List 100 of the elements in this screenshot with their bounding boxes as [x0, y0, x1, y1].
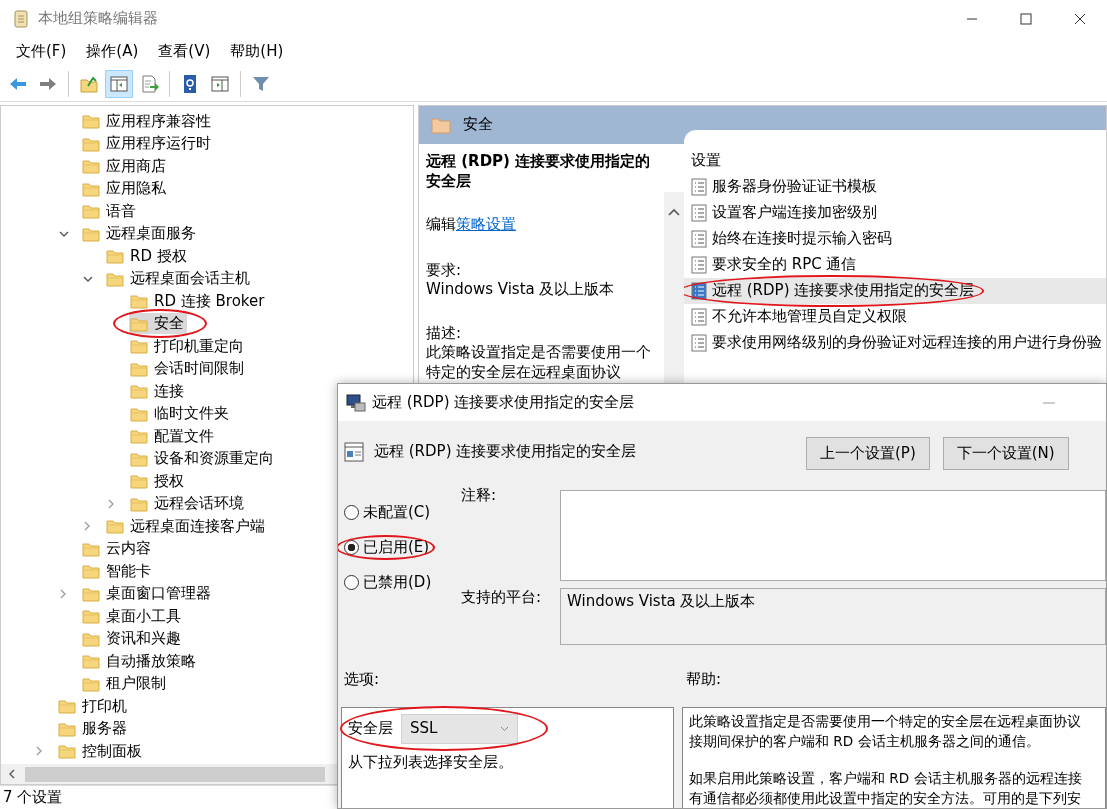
- setting-row[interactable]: 要求使用网络级别的身份验证对远程连接的用户进行身份验: [684, 330, 1106, 356]
- setting-label: 不允许本地管理员自定义权限: [712, 307, 907, 327]
- tree-item[interactable]: 授权: [129, 470, 187, 492]
- help-text: 有通信都必须都使用此设置中指定的安全方法。可用的是下列安: [689, 789, 1081, 808]
- tree-item[interactable]: 云内容: [81, 538, 154, 560]
- tree-item[interactable]: 远程桌面服务: [81, 223, 199, 245]
- options-hint: 从下拉列表选择安全层。: [348, 753, 514, 773]
- tree-item[interactable]: 应用程序运行时: [81, 133, 214, 155]
- close-icon[interactable]: [1074, 13, 1086, 25]
- setting-row[interactable]: 服务器身份验证证书模板: [684, 174, 1106, 200]
- folder-icon: [82, 135, 100, 152]
- help-label: 帮助:: [686, 670, 722, 690]
- chevron-down-icon[interactable]: [83, 274, 93, 283]
- tree-item[interactable]: 应用隐私: [81, 178, 169, 200]
- tree-item[interactable]: 配置文件: [129, 425, 217, 447]
- tree-item[interactable]: 资讯和兴趣: [81, 628, 184, 650]
- tree-item[interactable]: 安全: [129, 313, 187, 335]
- tree-item[interactable]: 智能卡: [81, 560, 154, 582]
- tree-item[interactable]: 桌面小工具: [81, 605, 184, 627]
- tree-item[interactable]: 桌面窗口管理器: [81, 583, 214, 605]
- tree-item[interactable]: 应用商店: [81, 155, 169, 177]
- folder-icon: [58, 698, 76, 715]
- setting-row[interactable]: 要求安全的 RPC 通信: [684, 252, 1106, 278]
- setting-label: 要求安全的 RPC 通信: [712, 255, 857, 275]
- folder-icon: [82, 180, 100, 197]
- setting-list-icon: [691, 230, 707, 248]
- setting-label: 要求使用网络级别的身份验证对远程连接的用户进行身份验: [712, 333, 1102, 353]
- setting-list-icon: [691, 204, 707, 222]
- setting-list-icon: [691, 308, 707, 326]
- folder-icon: [82, 540, 100, 557]
- menu-item[interactable]: 查看(V): [148, 42, 221, 62]
- folder-icon: [82, 113, 100, 130]
- tree-item[interactable]: 设备和资源重定向: [129, 448, 277, 470]
- folder-icon: [82, 563, 100, 580]
- help-text: 此策略设置指定是否需要使用一个特定的安全层在远程桌面协议: [689, 712, 1081, 731]
- settings-window-icon: [344, 441, 364, 463]
- tree-item[interactable]: 打印机重定向: [129, 335, 247, 357]
- setting-list-icon: [691, 178, 707, 196]
- radio-option[interactable]: 已禁用(D): [344, 565, 432, 600]
- dialog-title: 远程 (RDP) 连接要求使用指定的安全层: [372, 392, 635, 413]
- description-label: 描述:: [426, 323, 463, 343]
- menu-item[interactable]: 操作(A): [76, 42, 149, 62]
- menu-item[interactable]: 帮助(H): [220, 42, 294, 62]
- folder-icon: [106, 518, 124, 535]
- toolbar-button[interactable]: [105, 69, 133, 98]
- tree-item[interactable]: 自动播放策略: [81, 650, 199, 672]
- tree-item[interactable]: 临时文件夹: [129, 403, 232, 425]
- folder-icon: [431, 116, 451, 134]
- tree-item[interactable]: 语音: [81, 200, 139, 222]
- tree-item[interactable]: 会话时间限制: [129, 358, 247, 380]
- monitor-icon: [346, 393, 366, 412]
- tree-item[interactable]: 连接: [129, 380, 187, 402]
- scrollbar-thumb[interactable]: [25, 766, 325, 782]
- setting-row[interactable]: 始终在连接时提示输入密码: [684, 226, 1106, 252]
- comment-field[interactable]: [560, 490, 1106, 581]
- menu-item[interactable]: 文件(F): [6, 42, 77, 62]
- scroll-icon: [12, 9, 30, 29]
- tree-item[interactable]: 远程桌面连接客户端: [105, 515, 268, 537]
- chevron-right-icon[interactable]: [59, 588, 67, 599]
- tree-item[interactable]: RD 连接 Broker: [129, 290, 268, 312]
- tree-item[interactable]: 远程桌面会话主机: [105, 268, 253, 290]
- folder-icon: [106, 270, 124, 287]
- chevron-right-icon[interactable]: [107, 498, 115, 509]
- policy-settings-link[interactable]: 策略设置: [456, 215, 516, 233]
- folder-icon: [130, 450, 148, 467]
- caret-icon: [500, 726, 509, 732]
- nav-button[interactable]: 上一个设置(P): [806, 437, 930, 470]
- setting-label: 服务器身份验证证书模板: [712, 177, 877, 197]
- tree-item[interactable]: 服务器: [57, 718, 130, 740]
- panel-icon: [109, 73, 129, 94]
- column-header[interactable]: 设置: [684, 148, 1106, 174]
- tree-item[interactable]: 应用程序兼容性: [81, 110, 214, 132]
- tree-item[interactable]: 控制面板: [57, 740, 145, 762]
- tree-item[interactable]: 远程会话环境: [129, 493, 247, 515]
- dialog-heading: 远程 (RDP) 连接要求使用指定的安全层: [374, 442, 637, 462]
- folder-icon: [130, 360, 148, 377]
- setting-row[interactable]: 远程 (RDP) 连接要求使用指定的安全层: [684, 278, 1106, 304]
- minimize-icon[interactable]: [1042, 400, 1056, 405]
- chevron-right-icon[interactable]: [35, 746, 43, 757]
- radio-option[interactable]: 已启用(E): [344, 530, 430, 565]
- tree-item[interactable]: 租户限制: [81, 673, 169, 695]
- setting-list-icon: [691, 334, 707, 352]
- chevron-right-icon[interactable]: [83, 521, 91, 532]
- options-label: 选项:: [343, 670, 381, 690]
- radio-option[interactable]: 未配置(C): [344, 495, 431, 530]
- setting-row[interactable]: 不允许本地管理员自定义权限: [684, 304, 1106, 330]
- description-text: 此策略设置指定是否需要使用一个特定的安全层在远程桌面协议: [426, 343, 652, 382]
- folder-icon: [82, 653, 100, 670]
- tree-item[interactable]: RD 授权: [105, 245, 190, 267]
- folder-icon: [82, 158, 100, 175]
- setting-row[interactable]: 设置客户端连接加密级别: [684, 200, 1106, 226]
- scroll-left-icon[interactable]: [7, 769, 17, 779]
- nav-button[interactable]: 下一个设置(N): [942, 437, 1069, 470]
- dropdown[interactable]: SSL: [401, 714, 518, 744]
- pane-title: 安全: [463, 115, 493, 135]
- panel-icon: [210, 73, 230, 94]
- scroll-up-icon[interactable]: [668, 208, 680, 216]
- chevron-down-icon[interactable]: [59, 229, 69, 238]
- tree-item[interactable]: 打印机: [57, 695, 130, 717]
- maximize-icon[interactable]: [1020, 13, 1032, 25]
